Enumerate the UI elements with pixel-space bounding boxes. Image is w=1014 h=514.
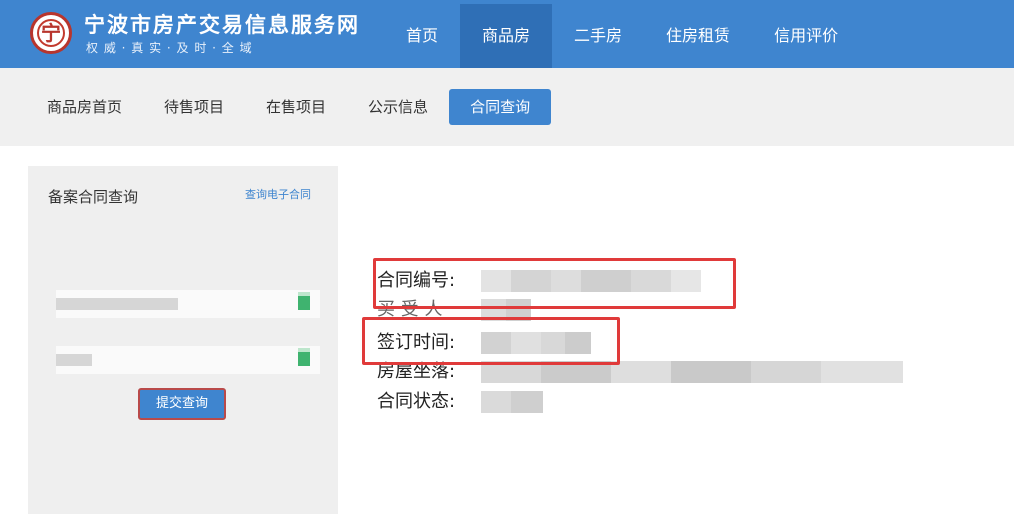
contract-number-input[interactable] (56, 290, 320, 318)
main-nav: 首页 商品房 二手房 住房租赁 信用评价 (384, 4, 860, 68)
highlight-box-signing-time (362, 317, 620, 365)
subnav-public-info[interactable]: 公示信息 (347, 89, 449, 125)
site-slogan: 权 威 · 真 实 · 及 时 · 全 域 (86, 41, 253, 55)
subnav-contract-query[interactable]: 合同查询 (449, 89, 552, 125)
contract-query-panel: 备案合同查询 查询电子合同 提交查询 (28, 166, 338, 514)
e-contract-link[interactable]: 查询电子合同 (245, 186, 311, 202)
redacted-value (56, 354, 92, 366)
site-logo-icon[interactable]: 宁 (30, 12, 72, 54)
submit-query-button[interactable]: 提交查询 (138, 388, 226, 420)
site-title[interactable]: 宁波市房产交易信息服务网 (84, 12, 360, 38)
field-indicator-icon (298, 296, 310, 310)
top-header: 宁 宁波市房产交易信息服务网 权 威 · 真 实 · 及 时 · 全 域 首页 … (0, 0, 1014, 68)
nav-second-hand[interactable]: 二手房 (552, 4, 644, 68)
sub-nav: 商品房首页 待售项目 在售项目 公示信息 合同查询 (0, 68, 1014, 146)
subnav-on-sale-projects[interactable]: 在售项目 (245, 89, 347, 125)
redacted-contract-status (481, 391, 543, 413)
highlight-box-contract-number (373, 258, 736, 309)
nav-new-homes[interactable]: 商品房 (460, 4, 553, 68)
panel-title: 备案合同查询 (48, 188, 139, 206)
nav-rental[interactable]: 住房租赁 (644, 4, 752, 68)
nav-credit-rating[interactable]: 信用评价 (752, 4, 860, 68)
field-indicator-icon (298, 352, 310, 366)
logo-glyph: 宁 (41, 21, 61, 45)
redacted-value (56, 298, 178, 310)
subnav-new-homes-index[interactable]: 商品房首页 (26, 89, 143, 125)
sub-nav-items: 商品房首页 待售项目 在售项目 公示信息 合同查询 (26, 89, 552, 125)
verification-code-input[interactable] (56, 346, 320, 374)
field-contract-status: 合同状态: (377, 391, 456, 412)
nav-home[interactable]: 首页 (384, 4, 460, 68)
subnav-pending-projects[interactable]: 待售项目 (143, 89, 245, 125)
